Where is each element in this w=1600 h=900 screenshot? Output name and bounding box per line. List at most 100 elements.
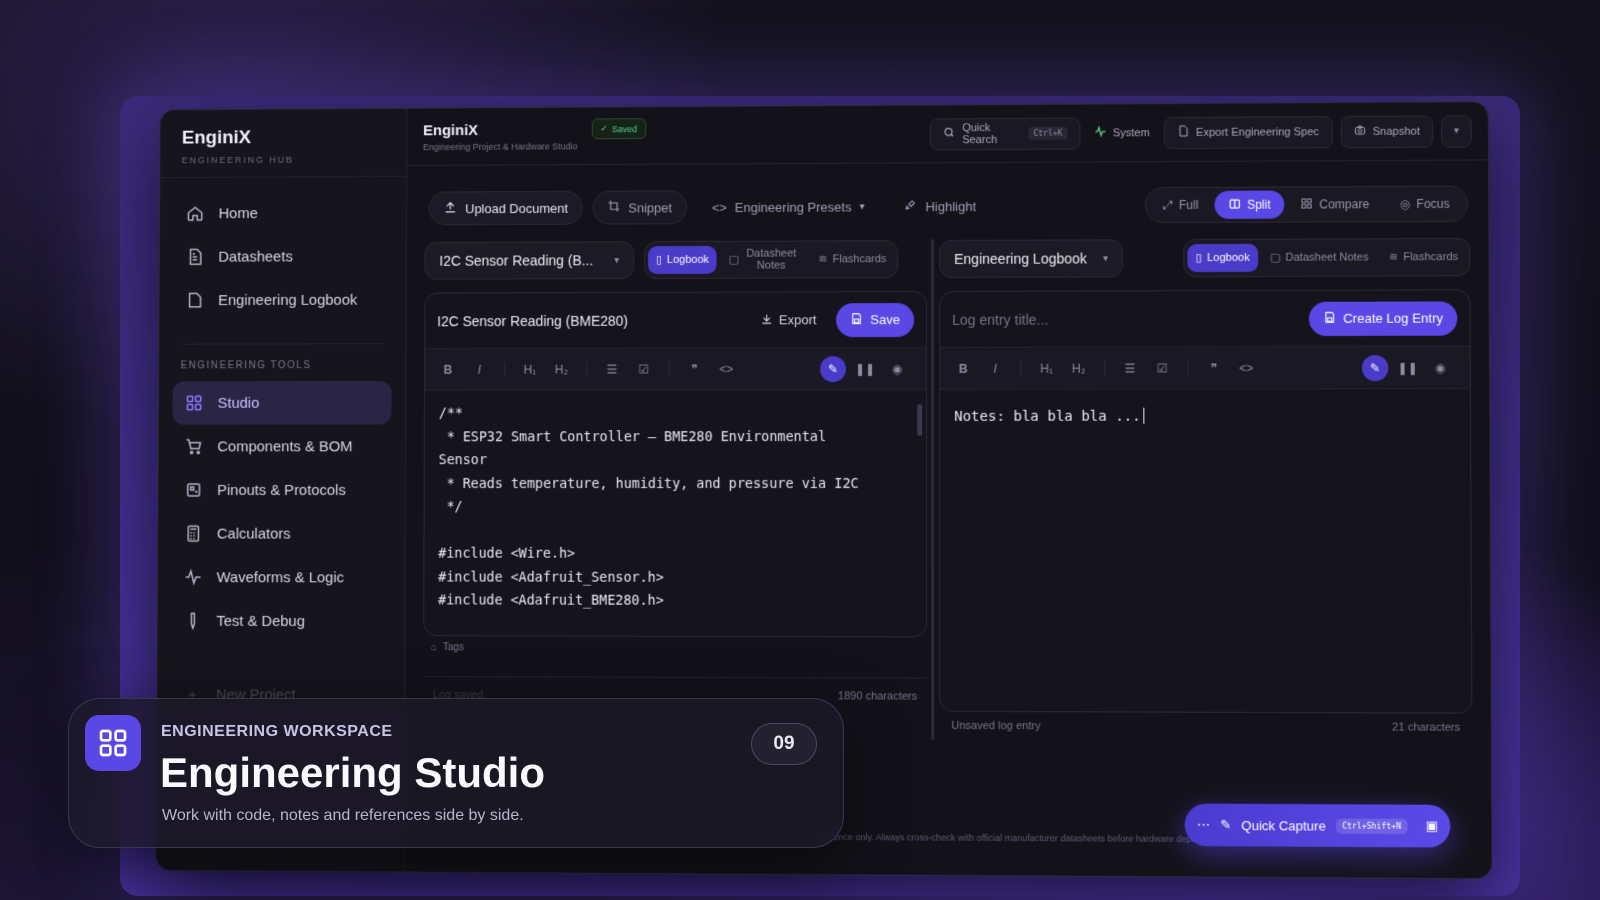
pause-icon[interactable]: ❚❚ [1394, 354, 1421, 380]
italic-icon[interactable]: I [472, 362, 486, 376]
toolbar-separator [1103, 360, 1105, 377]
snapshot-menu-toggle[interactable]: ▾ [1441, 114, 1472, 148]
code-editor[interactable]: /** * ESP32 Smart Controller – BME280 En… [424, 390, 926, 626]
save-icon [1323, 310, 1336, 326]
code-icon[interactable]: <> [719, 362, 733, 376]
tags-row[interactable]: ⌂ Tags [431, 642, 464, 653]
code-icon[interactable]: <> [1239, 361, 1253, 375]
heading-2-icon[interactable]: H₂ [555, 362, 569, 376]
studio-toolbar: Upload Document Snippet <> Engineering P… [407, 160, 1489, 231]
sidebar-item-home[interactable]: Home [174, 191, 393, 235]
view-compare-button[interactable]: Compare [1287, 190, 1384, 219]
pause-icon[interactable]: ❚❚ [852, 356, 878, 382]
view-focus-button[interactable]: ◎ Focus [1385, 190, 1464, 218]
tab-flashcards-label: Flashcards [1403, 251, 1459, 264]
tag-icon: ⌂ [431, 642, 438, 654]
snapshot-button[interactable]: Snapshot [1340, 115, 1434, 148]
tab-flashcards[interactable]: ≋ Flashcards [1381, 243, 1467, 271]
character-count: 21 characters [1392, 721, 1461, 734]
export-spec-button[interactable]: Export Engineering Spec [1163, 115, 1333, 149]
heading-1-icon[interactable]: H₁ [1040, 361, 1054, 375]
tab-datasheet-notes[interactable]: ▢ Datasheet Notes [721, 246, 807, 274]
sidebar-item-pinouts-protocols[interactable]: Pinouts & Protocols [172, 468, 391, 512]
document-icon: ▢ [728, 253, 740, 266]
highlight-label: Highlight [925, 198, 977, 214]
quote-icon[interactable]: ❞ [688, 362, 702, 376]
saved-status-badge: ✓ Saved [591, 118, 646, 140]
eye-icon[interactable]: ◉ [884, 355, 910, 381]
toolbar-separator [1187, 359, 1189, 376]
sidebar-item-waveforms-logic[interactable]: Waveforms & Logic [171, 555, 390, 599]
sidebar-item-studio[interactable]: Studio [172, 380, 392, 425]
layers-icon: ≋ [1388, 251, 1399, 264]
engineering-presets-dropdown[interactable]: <> Engineering Presets ▾ [697, 189, 880, 224]
split-icon [1229, 197, 1241, 212]
heading-1-icon[interactable]: H₁ [523, 362, 537, 376]
sidebar-item-test-debug[interactable]: Test & Debug [171, 599, 391, 643]
snippet-button[interactable]: Snippet [592, 190, 687, 225]
right-pane: Engineering Logbook ▾ ▯ Logbook ▢ Datash… [939, 237, 1473, 878]
left-source-tabs: ▯ Logbook ▢ Datasheet Notes ≋ Flashcards [644, 240, 899, 279]
snippet-label: Snippet [628, 199, 673, 215]
quote-icon[interactable]: ❞ [1207, 361, 1221, 375]
expand-icon: ⤢ [1163, 197, 1173, 212]
presets-label: Engineering Presets [734, 199, 852, 215]
export-button[interactable]: Export [752, 312, 824, 328]
toolbar-separator [586, 361, 588, 378]
right-editor-header: Log entry title... Create Log Entry [940, 290, 1470, 348]
sidebar-item-engineering-logbook[interactable]: Engineering Logbook [173, 278, 392, 322]
caption-title: Engineering Studio [160, 749, 545, 796]
sidebar-divider [160, 175, 407, 179]
eye-icon[interactable]: ◉ [1427, 354, 1454, 380]
app-subtitle: Engineering Project & Hardware Studio [423, 140, 578, 152]
system-status-button[interactable]: System [1089, 125, 1156, 140]
sidebar-item-label: Test & Debug [216, 612, 305, 630]
italic-icon[interactable]: I [988, 361, 1002, 375]
left-editor-card: I2C Sensor Reading (BME280) Export Save … [423, 290, 928, 638]
log-entry-title-input[interactable]: Log entry title... [952, 311, 1048, 327]
view-split-label: Split [1246, 197, 1271, 212]
bullet-list-icon[interactable]: ☰ [605, 362, 619, 376]
checklist-icon[interactable]: ☑ [637, 362, 651, 376]
tab-logbook-label: Logbook [666, 253, 709, 266]
bullet-list-icon[interactable]: ☰ [1123, 361, 1137, 375]
sidebar-item-label: Engineering Logbook [218, 291, 358, 309]
right-document-select[interactable]: Engineering Logbook ▾ [939, 239, 1124, 278]
upload-document-button[interactable]: Upload Document [428, 190, 583, 226]
view-split-button[interactable]: Split [1214, 190, 1285, 219]
edit-pen-icon[interactable]: ✎ [820, 355, 847, 382]
bold-icon[interactable]: B [441, 362, 455, 376]
tab-datasheet-notes[interactable]: ▢ Datasheet Notes [1262, 243, 1377, 272]
sidebar-item-datasheets[interactable]: Datasheets [173, 234, 392, 278]
heading-2-icon[interactable]: H₂ [1072, 361, 1086, 375]
split-resize-handle[interactable] [931, 239, 935, 740]
sidebar-item-calculators[interactable]: Calculators [172, 512, 391, 556]
feature-caption-card: ENGINEERING WORKSPACE Engineering Studio… [68, 698, 844, 848]
bold-icon[interactable]: B [956, 361, 970, 375]
tab-logbook[interactable]: ▯ Logbook [1187, 243, 1258, 273]
edit-pen-icon[interactable]: ✎ [1361, 354, 1389, 381]
note-editor[interactable]: Notes: bla bla bla ... [940, 389, 1470, 443]
left-document-select[interactable]: I2C Sensor Reading (B... ▾ [424, 241, 635, 280]
quick-capture-button[interactable]: ⋯ ✎ Quick Capture Ctrl+Shift+N ▣ [1184, 803, 1451, 848]
left-document-select-value: I2C Sensor Reading (B... [439, 252, 594, 269]
highlight-button[interactable]: Highlight [890, 189, 992, 223]
sidebar-item-components-bom[interactable]: Components & BOM [172, 424, 391, 468]
character-count: 1890 characters [838, 689, 918, 703]
checklist-icon[interactable]: ☑ [1155, 361, 1169, 375]
view-full-button[interactable]: ⤢ Full [1149, 191, 1213, 219]
tab-flashcards[interactable]: ≋ Flashcards [810, 245, 894, 273]
book-icon: ▯ [1195, 251, 1202, 265]
save-button[interactable]: Save [836, 302, 915, 337]
tab-logbook[interactable]: ▯ Logbook [647, 245, 717, 274]
topbar: EnginiX Engineering Project & Hardware S… [407, 102, 1489, 167]
toolbar-separator [504, 361, 506, 378]
check-circle-icon: ✓ [600, 123, 608, 134]
document-title[interactable]: I2C Sensor Reading (BME280) [437, 312, 628, 328]
book-icon: ▯ [655, 254, 662, 266]
editor-scrollbar[interactable] [917, 403, 923, 436]
quick-search-button[interactable]: Quick Search Ctrl+K [930, 117, 1081, 150]
text-caret [1143, 407, 1145, 424]
create-log-entry-button[interactable]: Create Log Entry [1308, 300, 1458, 336]
view-compare-label: Compare [1319, 197, 1370, 212]
